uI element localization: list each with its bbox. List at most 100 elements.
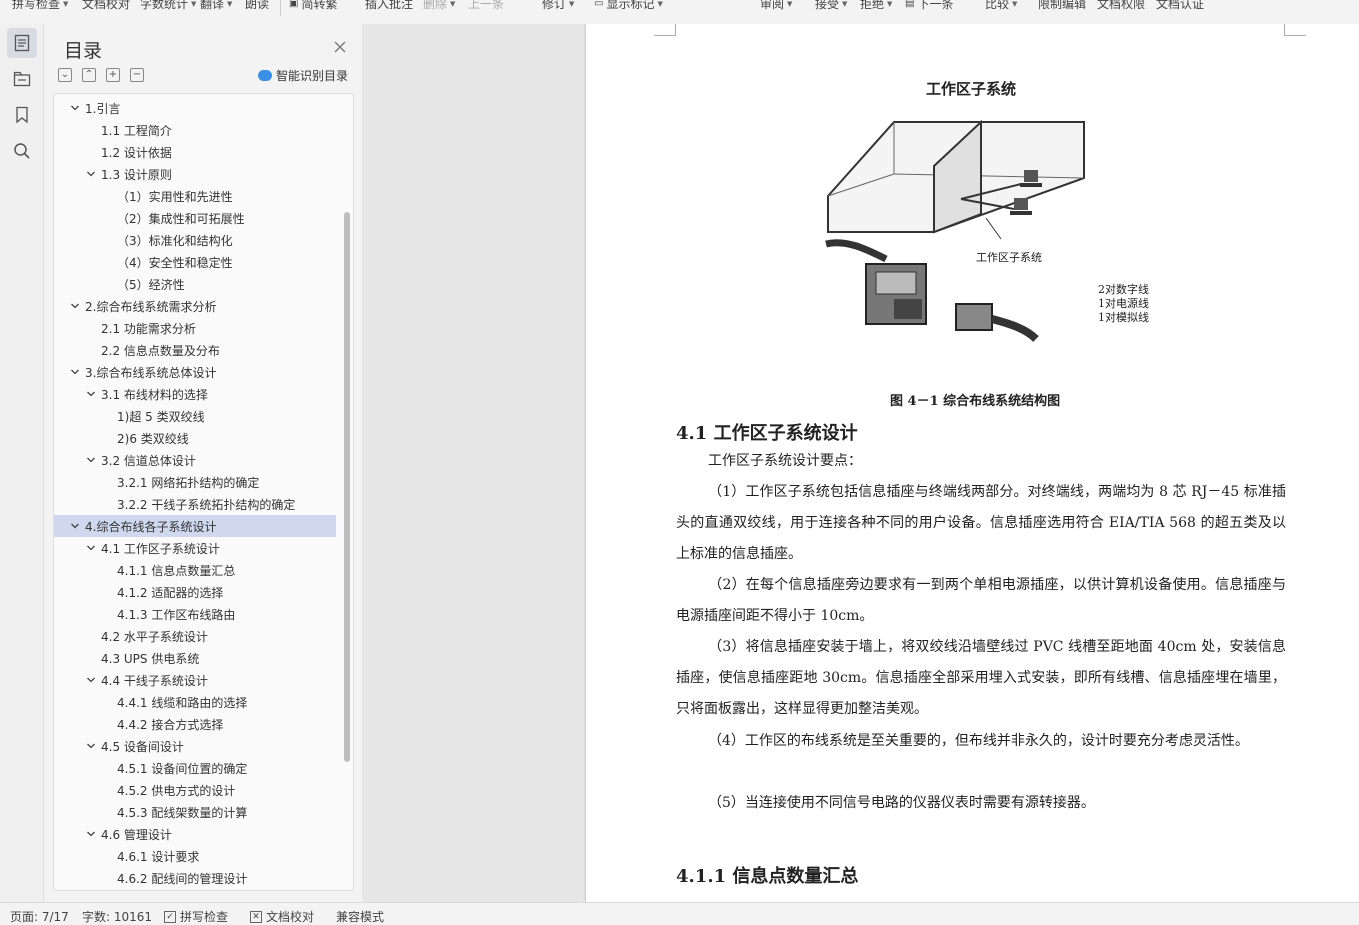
toc-item-label: 4.5.2 供电方式的设计 [117, 783, 236, 798]
doc-certify-button[interactable]: 文档认证 [1156, 0, 1204, 12]
read-aloud-button[interactable]: 朗读 [245, 0, 269, 12]
toc-scrollbar[interactable] [344, 212, 350, 762]
chevron-down-icon[interactable] [70, 521, 80, 531]
chevron-down-icon[interactable] [86, 455, 96, 465]
chevron-down-icon[interactable] [86, 543, 96, 553]
toc-item-label: 4.1.1 信息点数量汇总 [117, 563, 236, 578]
toc-item[interactable]: 4.4 干线子系统设计 [54, 669, 336, 691]
toc-item[interactable]: 4.4.1 线缆和路由的选择 [54, 691, 336, 713]
remove-heading-button[interactable]: − [130, 68, 144, 82]
toc-item-label: 2.综合布线系统需求分析 [85, 299, 217, 314]
toc-item[interactable]: 4.4.2 接合方式选择 [54, 713, 336, 735]
toc-item[interactable]: （1）实用性和先进性 [54, 185, 336, 207]
toc-item[interactable]: 1)超 5 类双绞线 [54, 405, 336, 427]
document-area: 工作区子系统 工作区子系统 2对数字线 1对电源线 1对模拟线 图 4－1 综合… [362, 24, 1359, 902]
toc-item[interactable]: （4）安全性和稳定性 [54, 251, 336, 273]
chevron-down-icon[interactable] [86, 741, 96, 751]
cabling-figure: 工作区子系统 2对数字线 1对电源线 1对模拟线 [825, 119, 1149, 342]
toc-item[interactable]: 4.1.2 适配器的选择 [54, 581, 336, 603]
expand-all-button[interactable]: ⌄ [58, 68, 72, 82]
track-changes-button[interactable]: 修订 ▼ [542, 0, 574, 12]
delete-comment-button[interactable]: 删除 ▼ [423, 0, 455, 12]
compare-button[interactable]: 比较 ▼ [985, 0, 1017, 12]
toc-item[interactable]: 2.1 功能需求分析 [54, 317, 336, 339]
toc-item[interactable]: （2）集成性和可拓展性 [54, 207, 336, 229]
toc-nav-button[interactable] [7, 28, 37, 58]
toc-item[interactable]: 4.5 设备间设计 [54, 735, 336, 757]
toc-item[interactable]: 2.综合布线系统需求分析 [54, 295, 336, 317]
toc-item[interactable]: （3）标准化和结构化 [54, 229, 336, 251]
legend-power: 1对电源线 [1098, 296, 1149, 310]
toc-item[interactable]: 4.5.3 配线架数量的计算 [54, 801, 336, 823]
intro-paragraph: 工作区子系统设计要点： [708, 453, 862, 469]
toc-item[interactable]: 4.1.3 工作区布线路由 [54, 603, 336, 625]
toc-item[interactable]: 4.1.1 信息点数量汇总 [54, 559, 336, 581]
doc-permission-button[interactable]: 文档权限 [1097, 0, 1145, 12]
toc-item[interactable]: 1.3 设计原则 [54, 163, 336, 185]
toc-item[interactable]: 4.6 管理设计 [54, 823, 336, 845]
add-heading-button[interactable]: + [106, 68, 120, 82]
toc-item-label: 2.1 功能需求分析 [101, 321, 196, 336]
reject-button[interactable]: 拒绝 ▼ [860, 0, 892, 12]
toc-item[interactable]: （5）经济性 [54, 273, 336, 295]
chevron-down-icon[interactable] [86, 675, 96, 685]
search-nav-button[interactable] [7, 136, 37, 166]
toc-item-label: 4.1.2 适配器的选择 [117, 585, 224, 600]
restrict-edit-button[interactable]: 限制编辑 [1038, 0, 1086, 12]
minus-icon: − [132, 69, 142, 80]
smart-toc-button[interactable]: 智能识别目录 [258, 67, 348, 84]
convert-button[interactable]: ▣ 简转繁 [289, 0, 337, 12]
toc-item[interactable]: 2.2 信息点数量及分布 [54, 339, 336, 361]
chapter-nav-button[interactable] [7, 64, 37, 94]
toc-item[interactable]: 1.2 设计依据 [54, 141, 336, 163]
toc-item[interactable]: 2)6 类双绞线 [54, 427, 336, 449]
page-indicator[interactable]: 页面: 7/17 [10, 908, 69, 925]
doc-proof-button[interactable]: 文档校对 [82, 0, 130, 12]
word-count-button[interactable]: 字数统计 ▼ [140, 0, 196, 12]
toc-item[interactable]: 4.综合布线各子系统设计 [54, 515, 336, 537]
proof-status[interactable]: ✕ 文档校对 [250, 908, 314, 925]
toc-item[interactable]: 4.5.2 供电方式的设计 [54, 779, 336, 801]
collapse-all-button[interactable]: ⌃ [82, 68, 96, 82]
chevron-down-icon[interactable] [70, 367, 80, 377]
next-change-button[interactable]: ▤ 下一条 [905, 0, 953, 12]
chevron-down-icon[interactable] [86, 829, 96, 839]
compat-mode: 兼容模式 [336, 910, 385, 924]
chevron-down-icon[interactable] [70, 301, 80, 311]
toc-item[interactable]: 3.综合布线系统总体设计 [54, 361, 336, 383]
toc-item[interactable]: 4.5.1 设备间位置的确定 [54, 757, 336, 779]
bookmark-nav-button[interactable] [7, 100, 37, 130]
toc-item-label: 4.1.3 工作区布线路由 [117, 607, 236, 622]
review-button[interactable]: 审阅 ▼ [760, 0, 792, 12]
toc-item[interactable]: 4.6.2 配线间的管理设计 [54, 867, 336, 889]
toc-item-label: 4.4.2 接合方式选择 [117, 717, 224, 732]
toc-item[interactable]: 3.1 布线材料的选择 [54, 383, 336, 405]
toc-item[interactable]: 4.1 工作区子系统设计 [54, 537, 336, 559]
toc-item[interactable]: 3.2 信道总体设计 [54, 449, 336, 471]
chevron-down-icon[interactable] [70, 103, 80, 113]
toc-item-label: 4.6 管理设计 [101, 827, 172, 842]
translate-button[interactable]: 翻译 ▼ [200, 0, 232, 12]
spell-check-button[interactable]: 拼写检查 ▼ [12, 0, 68, 12]
word-count[interactable]: 字数: 10161 [82, 908, 152, 925]
chevron-down-icon[interactable] [86, 389, 96, 399]
prev-comment-button[interactable]: 上一条 [468, 0, 504, 12]
toc-title: 目录 [64, 40, 103, 62]
toc-item[interactable]: 3.2.2 干线子系统拓扑结构的确定 [54, 493, 336, 515]
toc-item[interactable]: 1.引言 [54, 97, 336, 119]
toc-item[interactable]: 4.6.1 设计要求 [54, 845, 336, 867]
section-heading: 4.1 工作区子系统设计 [676, 423, 858, 444]
toc-item[interactable]: 3.2.1 网络拓扑结构的确定 [54, 471, 336, 493]
show-markup-button[interactable]: ▭ 显示标记 ▼ [594, 0, 663, 12]
accept-button[interactable]: 接受 ▼ [815, 0, 847, 12]
close-icon[interactable] [333, 40, 347, 54]
chevron-down-icon[interactable] [86, 169, 96, 179]
spell-check-status[interactable]: ✓ 拼写检查 [164, 908, 228, 925]
toc-item[interactable]: 1.1 工程简介 [54, 119, 336, 141]
toc-item[interactable]: 4.2 水平子系统设计 [54, 625, 336, 647]
insert-comment-button[interactable]: 插入批注 [365, 0, 413, 12]
subsection-heading: 4.1.1 信息点数量汇总 [676, 866, 859, 887]
toc-item-label: （2）集成性和可拓展性 [117, 211, 245, 226]
toc-item[interactable]: 4.3 UPS 供电系统 [54, 647, 336, 669]
toc-item-label: 1)超 5 类双绞线 [117, 409, 205, 424]
